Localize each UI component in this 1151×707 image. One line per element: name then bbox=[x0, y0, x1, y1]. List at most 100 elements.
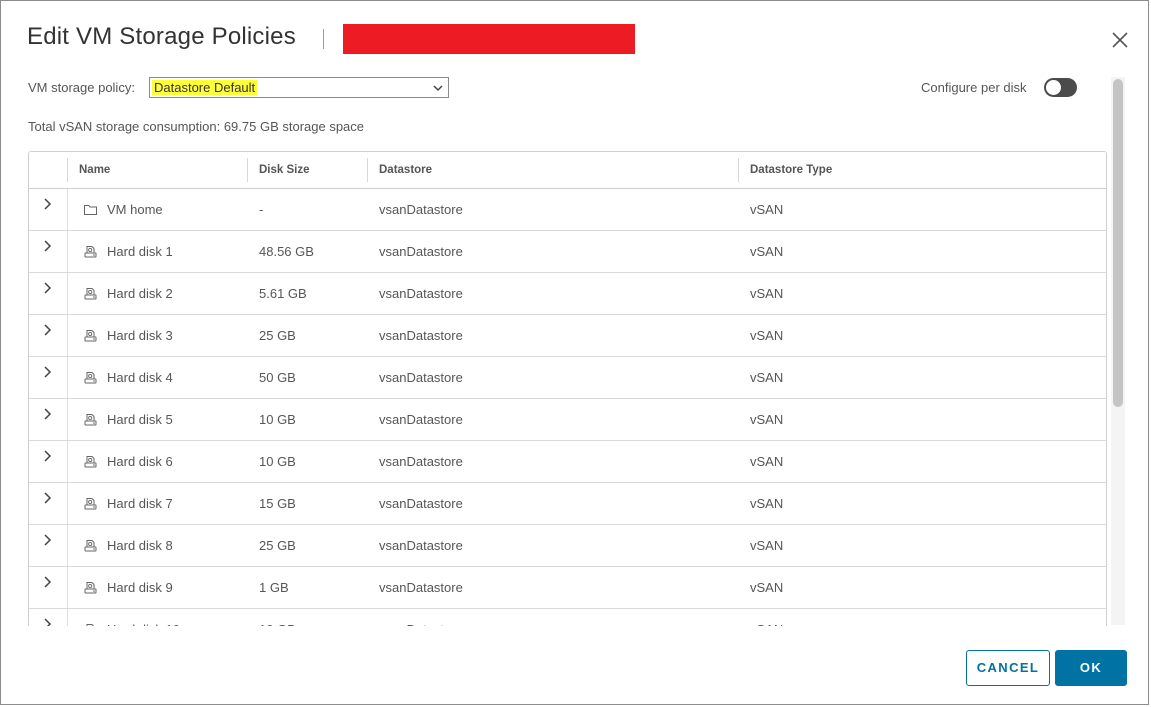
configure-per-disk-toggle[interactable] bbox=[1044, 78, 1077, 97]
column-header-datastore-type[interactable]: Datastore Type bbox=[750, 152, 832, 188]
cell-disk-size: - bbox=[259, 202, 264, 217]
table-row[interactable]: Hard disk 10 10 GB vsanDatastore vSAN bbox=[29, 609, 1106, 626]
table-row[interactable]: Hard disk 8 25 GB vsanDatastore vSAN bbox=[29, 525, 1106, 567]
chevron-right-icon bbox=[41, 618, 55, 626]
cell-datastore: vsanDatastore bbox=[379, 286, 463, 301]
cell-disk-size: 10 GB bbox=[259, 412, 296, 427]
expand-row-button[interactable] bbox=[41, 617, 55, 626]
expand-row-button[interactable] bbox=[41, 239, 55, 253]
cell-name: Hard disk 6 bbox=[107, 454, 173, 469]
cell-disk-size: 25 GB bbox=[259, 538, 296, 553]
cell-name: Hard disk 7 bbox=[107, 496, 173, 511]
cell-datastore-type: vSAN bbox=[750, 496, 784, 511]
hard-disk-icon bbox=[83, 622, 98, 626]
row-separator bbox=[67, 441, 68, 482]
header-separator[interactable] bbox=[738, 158, 739, 182]
cell-datastore-type: vSAN bbox=[750, 244, 784, 259]
table-row[interactable]: Hard disk 4 50 GB vsanDatastore vSAN bbox=[29, 357, 1106, 399]
row-separator bbox=[67, 357, 68, 398]
cell-disk-size: 48.56 GB bbox=[259, 244, 314, 259]
expand-row-button[interactable] bbox=[41, 533, 55, 547]
expand-row-button[interactable] bbox=[41, 449, 55, 463]
hard-disk-icon bbox=[83, 496, 98, 511]
row-separator bbox=[67, 609, 68, 626]
cell-datastore-type: vSAN bbox=[750, 286, 784, 301]
chevron-right-icon bbox=[41, 492, 55, 508]
table-row[interactable]: Hard disk 9 1 GB vsanDatastore vSAN bbox=[29, 567, 1106, 609]
chevron-right-icon bbox=[41, 240, 55, 256]
table-row[interactable]: VM home - vsanDatastore vSAN bbox=[29, 189, 1106, 231]
cell-datastore-type: vSAN bbox=[750, 328, 784, 343]
cell-disk-size: 10 GB bbox=[259, 454, 296, 469]
cell-datastore: vsanDatastore bbox=[379, 622, 463, 626]
row-separator bbox=[67, 231, 68, 272]
row-separator bbox=[67, 273, 68, 314]
cell-datastore-type: vSAN bbox=[750, 622, 783, 626]
ok-button[interactable]: OK bbox=[1055, 650, 1127, 686]
cell-name: Hard disk 4 bbox=[107, 370, 173, 385]
expand-row-button[interactable] bbox=[41, 407, 55, 421]
hard-disk-icon bbox=[83, 370, 98, 385]
column-header-datastore[interactable]: Datastore bbox=[379, 152, 432, 188]
close-button[interactable] bbox=[1109, 29, 1131, 51]
table-body: VM home - vsanDatastore vSAN Hard disk 1 48.5… bbox=[29, 189, 1106, 626]
cell-datastore-type: vSAN bbox=[750, 370, 784, 385]
toggle-knob bbox=[1046, 80, 1061, 95]
scrollbar-thumb[interactable] bbox=[1113, 79, 1123, 407]
column-header-name[interactable]: Name bbox=[79, 152, 110, 188]
row-separator bbox=[67, 483, 68, 524]
expand-row-button[interactable] bbox=[41, 365, 55, 379]
dialog-title: Edit VM Storage Policies bbox=[27, 23, 296, 50]
header-separator[interactable] bbox=[367, 158, 368, 182]
column-header-disk-size[interactable]: Disk Size bbox=[259, 152, 310, 188]
cell-datastore: vsanDatastore bbox=[379, 454, 463, 469]
chevron-right-icon bbox=[41, 282, 55, 298]
expand-row-button[interactable] bbox=[41, 491, 55, 505]
cell-datastore-type: vSAN bbox=[750, 580, 784, 595]
table-row[interactable]: Hard disk 5 10 GB vsanDatastore vSAN bbox=[29, 399, 1106, 441]
cell-name: Hard disk 3 bbox=[107, 328, 173, 343]
cell-name: Hard disk 8 bbox=[107, 538, 173, 553]
cell-name: Hard disk 5 bbox=[107, 412, 173, 427]
chevron-down-icon bbox=[433, 85, 443, 92]
cell-datastore-type: vSAN bbox=[750, 412, 784, 427]
cell-datastore: vsanDatastore bbox=[379, 412, 463, 427]
hard-disk-icon bbox=[83, 286, 98, 301]
expand-row-button[interactable] bbox=[41, 575, 55, 589]
table-header: Name Disk Size Datastore Datastore Type bbox=[29, 152, 1106, 189]
policy-select[interactable]: Datastore Default bbox=[149, 77, 449, 98]
cell-datastore: vsanDatastore bbox=[379, 496, 463, 511]
configure-per-disk-label: Configure per disk bbox=[921, 80, 1027, 95]
chevron-right-icon bbox=[41, 408, 55, 424]
cancel-button[interactable]: CANCEL bbox=[966, 650, 1050, 686]
expand-row-button[interactable] bbox=[41, 323, 55, 337]
folder-icon bbox=[83, 202, 98, 217]
hard-disk-icon bbox=[83, 580, 98, 595]
cell-disk-size: 10 GB bbox=[259, 622, 296, 626]
cell-disk-size: 5.61 GB bbox=[259, 286, 307, 301]
cell-disk-size: 15 GB bbox=[259, 496, 296, 511]
table-row[interactable]: Hard disk 3 25 GB vsanDatastore vSAN bbox=[29, 315, 1106, 357]
cell-name: Hard disk 1 bbox=[107, 244, 173, 259]
cell-datastore-type: vSAN bbox=[750, 538, 784, 553]
chevron-right-icon bbox=[41, 324, 55, 340]
edit-vm-storage-policies-dialog: Edit VM Storage Policies VM storage poli… bbox=[0, 0, 1149, 705]
expand-row-button[interactable] bbox=[41, 197, 55, 211]
table-row[interactable]: Hard disk 2 5.61 GB vsanDatastore vSAN bbox=[29, 273, 1106, 315]
cell-datastore-type: vSAN bbox=[750, 202, 784, 217]
header-separator[interactable] bbox=[247, 158, 248, 182]
cell-datastore: vsanDatastore bbox=[379, 244, 463, 259]
expand-row-button[interactable] bbox=[41, 281, 55, 295]
hard-disk-icon bbox=[83, 538, 98, 553]
row-separator bbox=[67, 399, 68, 440]
table-row[interactable]: Hard disk 1 48.56 GB vsanDatastore vSAN bbox=[29, 231, 1106, 273]
cell-datastore: vsanDatastore bbox=[379, 202, 463, 217]
cell-datastore: vsanDatastore bbox=[379, 538, 463, 553]
cell-name: VM home bbox=[107, 202, 163, 217]
cell-disk-size: 50 GB bbox=[259, 370, 296, 385]
table-row[interactable]: Hard disk 7 15 GB vsanDatastore vSAN bbox=[29, 483, 1106, 525]
cell-disk-size: 25 GB bbox=[259, 328, 296, 343]
cell-datastore: vsanDatastore bbox=[379, 580, 463, 595]
table-row[interactable]: Hard disk 6 10 GB vsanDatastore vSAN bbox=[29, 441, 1106, 483]
cell-disk-size: 1 GB bbox=[259, 580, 289, 595]
